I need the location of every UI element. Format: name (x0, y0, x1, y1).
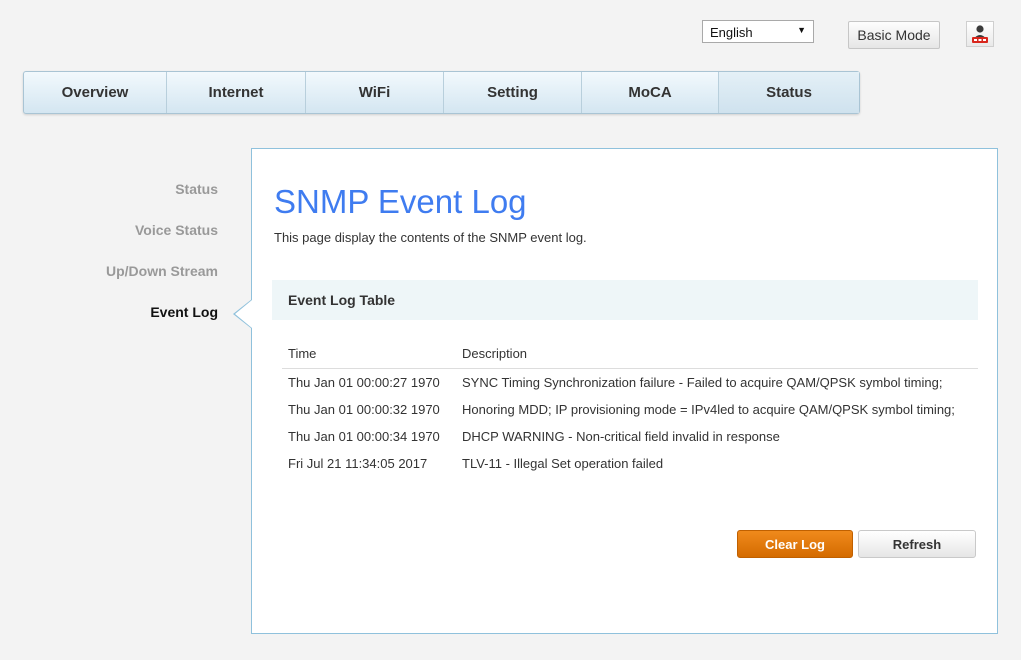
refresh-button[interactable]: Refresh (858, 530, 976, 558)
tab-internet[interactable]: Internet (167, 72, 306, 113)
sidebar-item-event-log[interactable]: Event Log (150, 304, 218, 320)
sidebar-item-up-down-stream[interactable]: Up/Down Stream (106, 263, 218, 279)
active-item-pointer-fill (235, 300, 252, 328)
tab-overview[interactable]: Overview (24, 72, 167, 113)
language-select[interactable]: English ▼ (702, 20, 814, 43)
sidebar-item-status[interactable]: Status (175, 181, 218, 197)
page-description: This page display the contents of the SN… (274, 230, 587, 245)
table-header-row: Time Description (282, 340, 978, 369)
column-header-time: Time (282, 340, 456, 369)
table-row: Fri Jul 21 11:34:05 2017 TLV-11 - Illega… (282, 450, 978, 477)
main-nav: Overview Internet WiFi Setting MoCA Stat… (23, 71, 860, 114)
user-logout-button[interactable] (966, 21, 994, 47)
table-cell-description: TLV-11 - Illegal Set operation failed (462, 456, 664, 471)
basic-mode-button[interactable]: Basic Mode (848, 21, 940, 49)
content-panel: SNMP Event Log This page display the con… (251, 148, 998, 634)
table-row: Thu Jan 01 00:00:27 1970 SYNC Timing Syn… (282, 369, 978, 397)
tab-setting[interactable]: Setting (444, 72, 582, 113)
sidebar-item-voice-status[interactable]: Voice Status (135, 222, 218, 238)
event-log-table: Time Description Thu Jan 01 00:00:27 197… (282, 340, 978, 477)
clear-log-button[interactable]: Clear Log (737, 530, 853, 558)
table-cell-time: Fri Jul 21 11:34:05 2017 (288, 456, 428, 471)
column-header-description: Description (456, 340, 978, 369)
chevron-down-icon: ▼ (797, 25, 806, 35)
table-cell-time: Thu Jan 01 00:00:34 1970 (288, 429, 440, 444)
table-cell-description: SYNC Timing Synchronization failure - Fa… (462, 375, 943, 390)
section-title: Event Log Table (288, 292, 396, 308)
section-header: Event Log Table (272, 280, 978, 320)
tab-status[interactable]: Status (719, 72, 859, 113)
table-row: Thu Jan 01 00:00:32 1970 Honoring MDD; I… (282, 396, 978, 423)
table-cell-time: Thu Jan 01 00:00:32 1970 (288, 402, 440, 417)
user-logout-icon (972, 25, 988, 43)
tab-wifi[interactable]: WiFi (306, 72, 444, 113)
language-select-value: English (710, 25, 753, 40)
table-row: Thu Jan 01 00:00:34 1970 DHCP WARNING - … (282, 423, 978, 450)
table-cell-description: DHCP WARNING - Non-critical field invali… (462, 429, 780, 444)
table-cell-description: Honoring MDD; IP provisioning mode = IPv… (462, 402, 955, 417)
table-cell-time: Thu Jan 01 00:00:27 1970 (288, 375, 440, 390)
tab-moca[interactable]: MoCA (582, 72, 719, 113)
page-title: SNMP Event Log (274, 183, 527, 220)
